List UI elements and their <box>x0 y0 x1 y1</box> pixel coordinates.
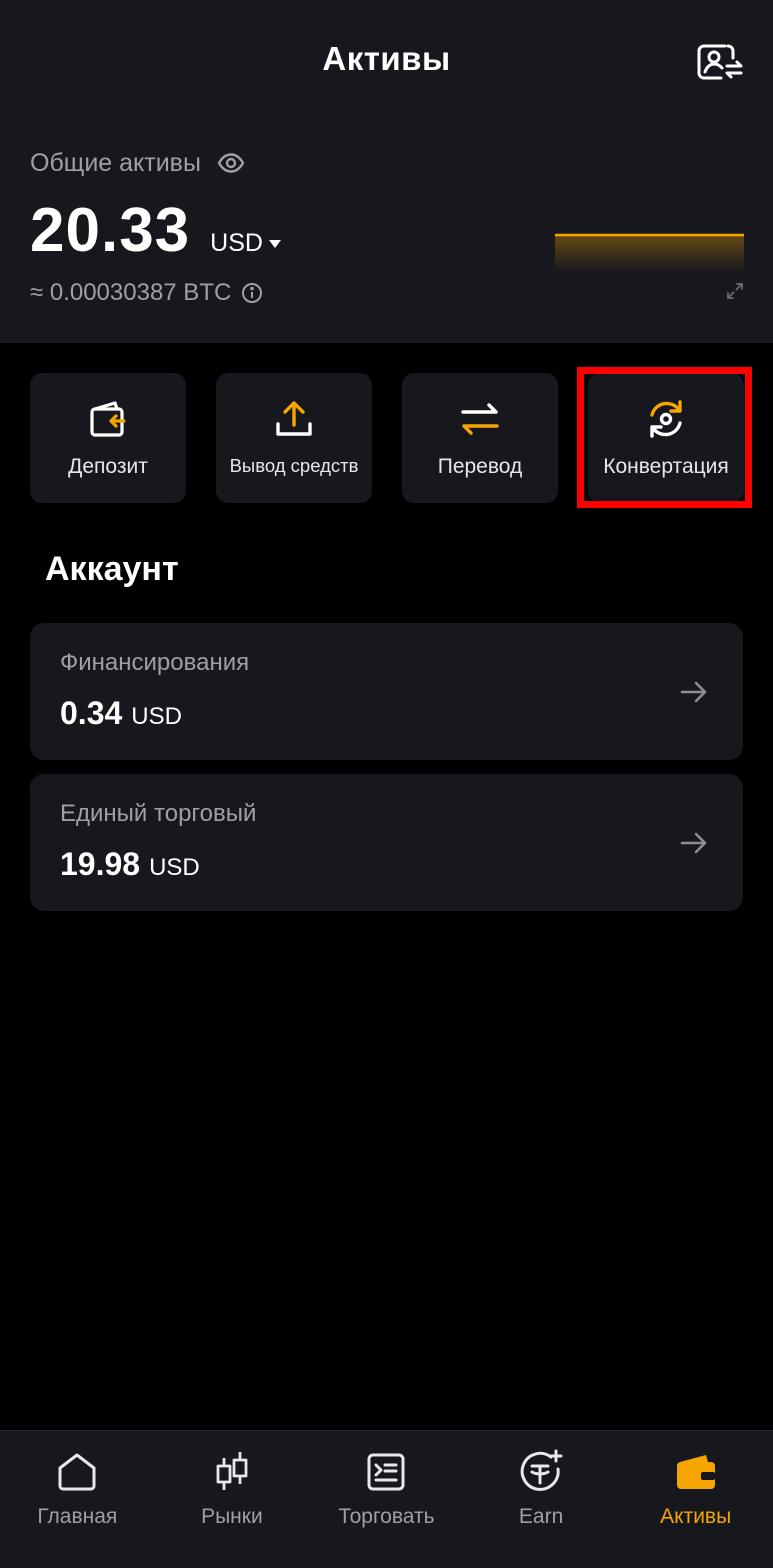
account-amount: 19.98 <box>60 846 141 882</box>
nav-label: Торговать <box>338 1505 435 1528</box>
transfer-button[interactable]: Перевод <box>402 373 558 503</box>
withdraw-label: Вывод средств <box>229 455 359 476</box>
currency-selector[interactable]: USD <box>210 229 281 258</box>
eye-icon[interactable] <box>217 151 247 175</box>
btc-equivalent: ≈ 0.00030387 BTC <box>30 279 232 306</box>
upload-icon <box>272 397 316 441</box>
expand-icon[interactable] <box>726 282 744 300</box>
nav-label: Активы <box>660 1505 732 1528</box>
total-assets-label: Общие активы <box>30 148 201 177</box>
nav-label: Главная <box>37 1505 118 1528</box>
deposit-icon <box>86 397 130 441</box>
wallet-icon <box>673 1449 719 1495</box>
home-icon <box>54 1449 100 1495</box>
page-title: Активы <box>322 40 451 77</box>
nav-item-earn[interactable]: Earn <box>464 1431 619 1568</box>
account-name: Единый торговый <box>60 800 257 827</box>
deposit-button[interactable]: Депозит <box>30 373 186 503</box>
candlestick-icon <box>209 1449 255 1495</box>
convert-label: Конвертация <box>603 455 729 478</box>
total-balance-row: 20.33 USD <box>30 195 281 269</box>
balance-sparkline <box>555 233 744 272</box>
bottom-navigation: Главная Рынки Торговать Earn Активы <box>0 1430 773 1568</box>
nav-item-assets[interactable]: Активы <box>618 1431 773 1568</box>
account-currency: USD <box>149 854 200 881</box>
account-card-funding[interactable]: Финансирования 0.34 USD <box>30 623 743 760</box>
assets-screen: Активы Общие активы 20.33 USD ≈ 0.000303… <box>0 0 773 1568</box>
account-balance: 0.34 USD <box>60 695 182 732</box>
transfer-label: Перевод <box>437 455 523 478</box>
header-panel: Активы Общие активы 20.33 USD ≈ 0.000303… <box>0 0 773 343</box>
account-currency: USD <box>131 703 182 730</box>
user-swap-icon <box>697 44 743 80</box>
nav-label: Earn <box>518 1505 564 1528</box>
info-icon[interactable] <box>241 282 263 304</box>
account-name: Финансирования <box>60 649 250 676</box>
account-balance: 19.98 USD <box>60 846 200 883</box>
caret-down-icon <box>268 239 281 248</box>
total-assets-label-row: Общие активы <box>30 145 247 181</box>
deposit-label: Депозит <box>68 455 148 478</box>
withdraw-button[interactable]: Вывод средств <box>216 373 372 503</box>
nav-item-home[interactable]: Главная <box>0 1431 155 1568</box>
account-section-title: Аккаунт <box>45 550 179 588</box>
arrow-right-icon <box>680 832 707 854</box>
total-balance-value: 20.33 <box>30 196 191 265</box>
nav-label: Рынки <box>201 1505 263 1528</box>
btc-equivalent-row: ≈ 0.00030387 BTC <box>30 276 263 310</box>
earn-coin-icon <box>518 1449 564 1495</box>
convert-button[interactable]: Конвертация <box>588 373 744 503</box>
trade-terminal-icon <box>363 1449 409 1495</box>
account-amount: 0.34 <box>60 695 123 731</box>
account-switch-button[interactable] <box>693 38 745 86</box>
convert-icon <box>644 397 688 441</box>
arrow-right-icon <box>680 681 707 703</box>
quick-actions: Депозит Вывод средств Перевод Конвертаци… <box>30 373 744 503</box>
nav-item-trade[interactable]: Торговать <box>309 1431 464 1568</box>
account-card-unified-trading[interactable]: Единый торговый 19.98 USD <box>30 774 743 911</box>
transfer-icon <box>458 397 502 441</box>
nav-item-markets[interactable]: Рынки <box>155 1431 310 1568</box>
currency-label: USD <box>210 229 263 257</box>
